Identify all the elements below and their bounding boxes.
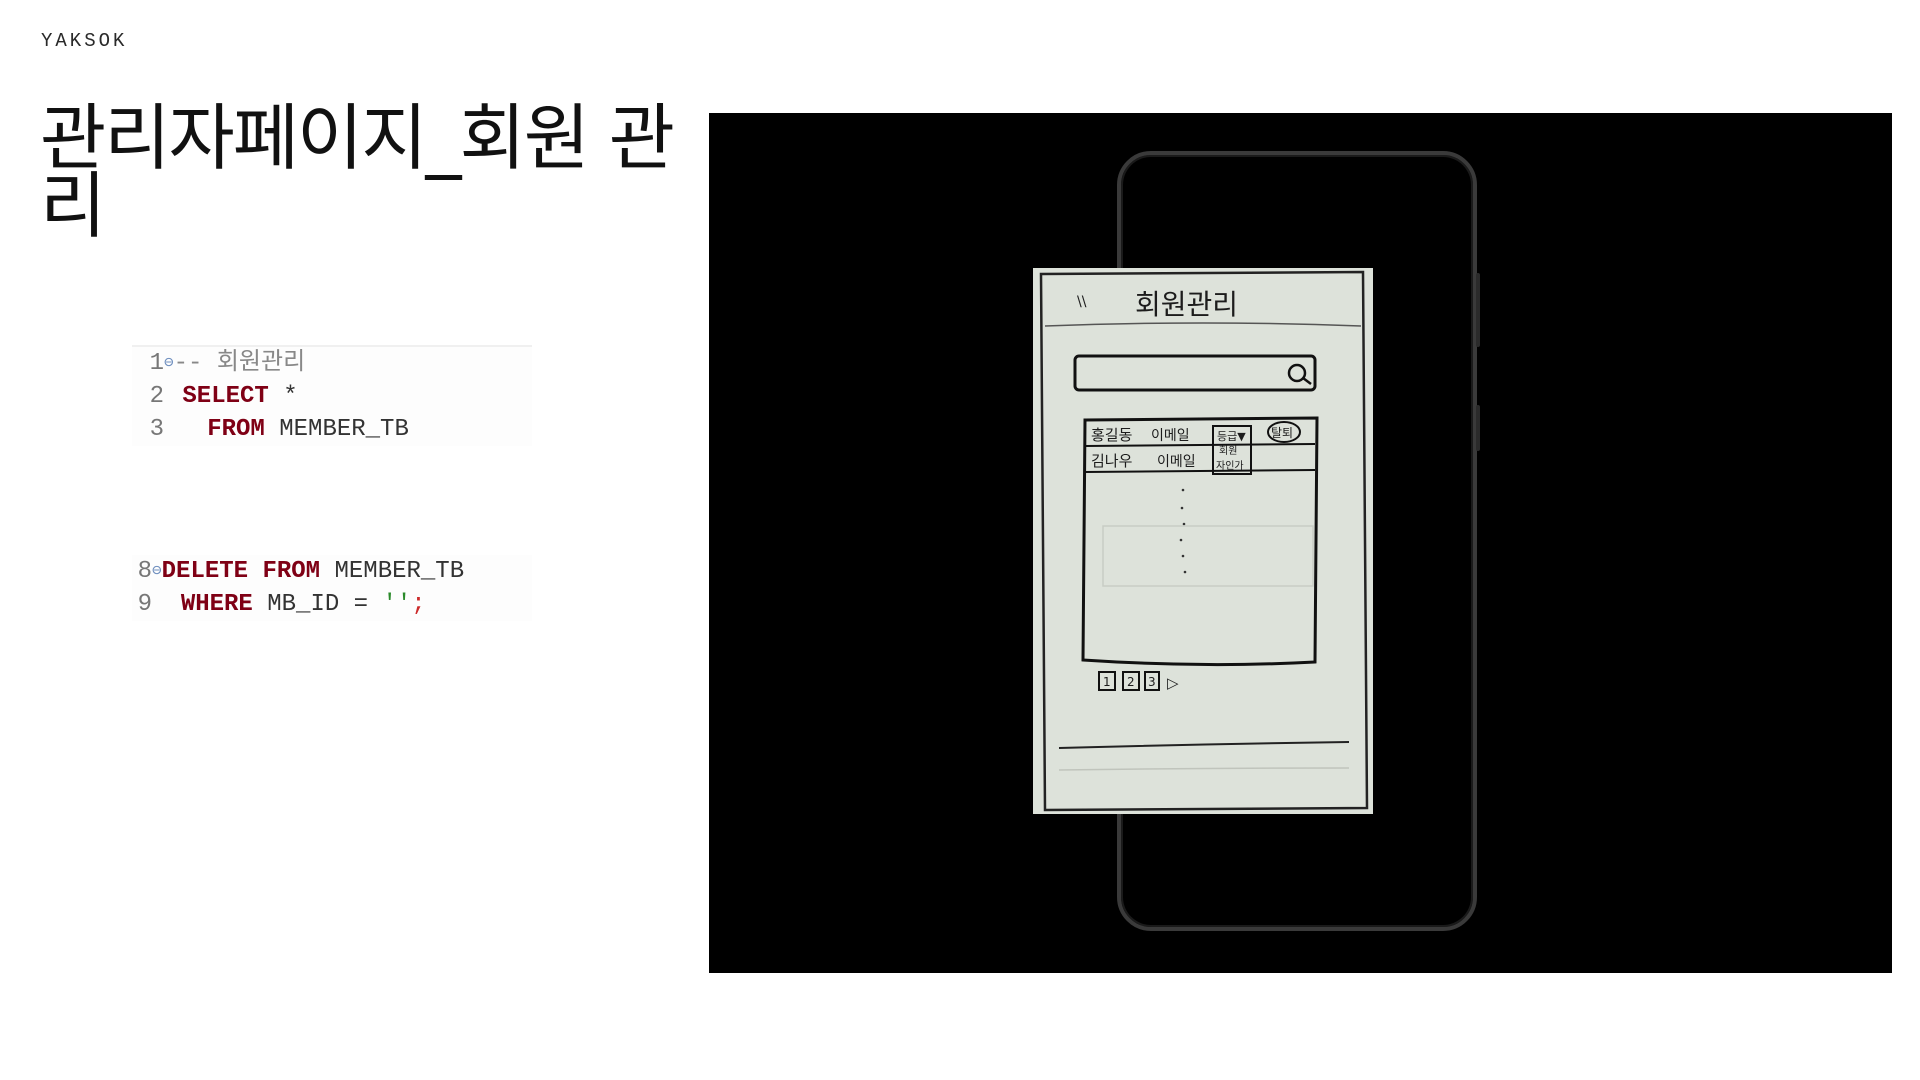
sketch-withdraw-label: 탈퇴: [1271, 426, 1293, 440]
sql-text: MB_ID =: [252, 591, 383, 618]
sql-text: MEMBER_TB: [264, 416, 409, 443]
next-page-arrow: ▷: [1167, 674, 1179, 692]
brand-label: YAKSOK: [41, 30, 128, 52]
sql-keyword: FROM: [262, 558, 321, 585]
page-number: 1: [1103, 675, 1111, 689]
wireframe-sketch: \\ 회원관리 홍길동 이메일 등급▼ 탈퇴 김나우 이메일 회원 자인가 1 …: [1033, 268, 1373, 814]
sketch-row-email: 이메일: [1151, 428, 1190, 444]
sql-keyword: DELETE: [161, 558, 249, 585]
line-number: 8: [137, 558, 152, 585]
line-number: 9: [137, 591, 152, 618]
sql-semicolon: ;: [411, 591, 426, 618]
sql-comment: -- 회원관리: [173, 350, 306, 377]
sketch-row-name: 김나우: [1091, 452, 1133, 470]
phone-side-button: [1476, 273, 1480, 347]
sketch-grade-label: 등급▼: [1217, 430, 1246, 443]
sketch-back-mark: \\: [1077, 294, 1087, 310]
page-number: 3: [1148, 675, 1156, 689]
line-number: 2: [149, 383, 164, 410]
phone-side-button: [1476, 405, 1480, 451]
code-line: 3 FROM MEMBER_TB: [132, 413, 532, 446]
sketch-row-email: 이메일: [1157, 454, 1196, 470]
sketch-grade-option: 자인가: [1216, 460, 1244, 472]
sketch-header-title: 회원관리: [1135, 288, 1238, 321]
line-number: 1: [149, 350, 164, 377]
sql-keyword: FROM: [207, 416, 265, 443]
page-title: 관리자페이지_회원 관리: [40, 96, 675, 248]
page-number: 2: [1127, 675, 1135, 689]
sketch-grade-option: 회원: [1219, 445, 1237, 457]
sql-keyword: SELECT: [182, 383, 269, 410]
line-number: 3: [149, 416, 164, 443]
code-line: 9 WHERE MB_ID = '';: [132, 588, 532, 621]
sql-delete-snippet: 8 ⊖ DELETE FROM MEMBER_TB 9 WHERE MB_ID = …: [132, 555, 532, 621]
sql-keyword: WHERE: [180, 591, 253, 618]
code-line: 2 SELECT *: [132, 380, 532, 413]
sql-text: MEMBER_TB: [320, 558, 465, 585]
sketch-row-name: 홍길동: [1091, 426, 1133, 444]
fold-icon: ⊖: [152, 562, 162, 580]
sql-text: *: [268, 383, 298, 410]
code-line: 1 ⊖ -- 회원관리: [132, 347, 532, 380]
sql-select-snippet: 1 ⊖ -- 회원관리 2 SELECT * 3 FROM MEMBER_TB: [132, 345, 532, 446]
sql-string: '': [382, 591, 412, 618]
code-line: 8 ⊖ DELETE FROM MEMBER_TB: [132, 555, 532, 588]
fold-icon: ⊖: [164, 354, 174, 372]
